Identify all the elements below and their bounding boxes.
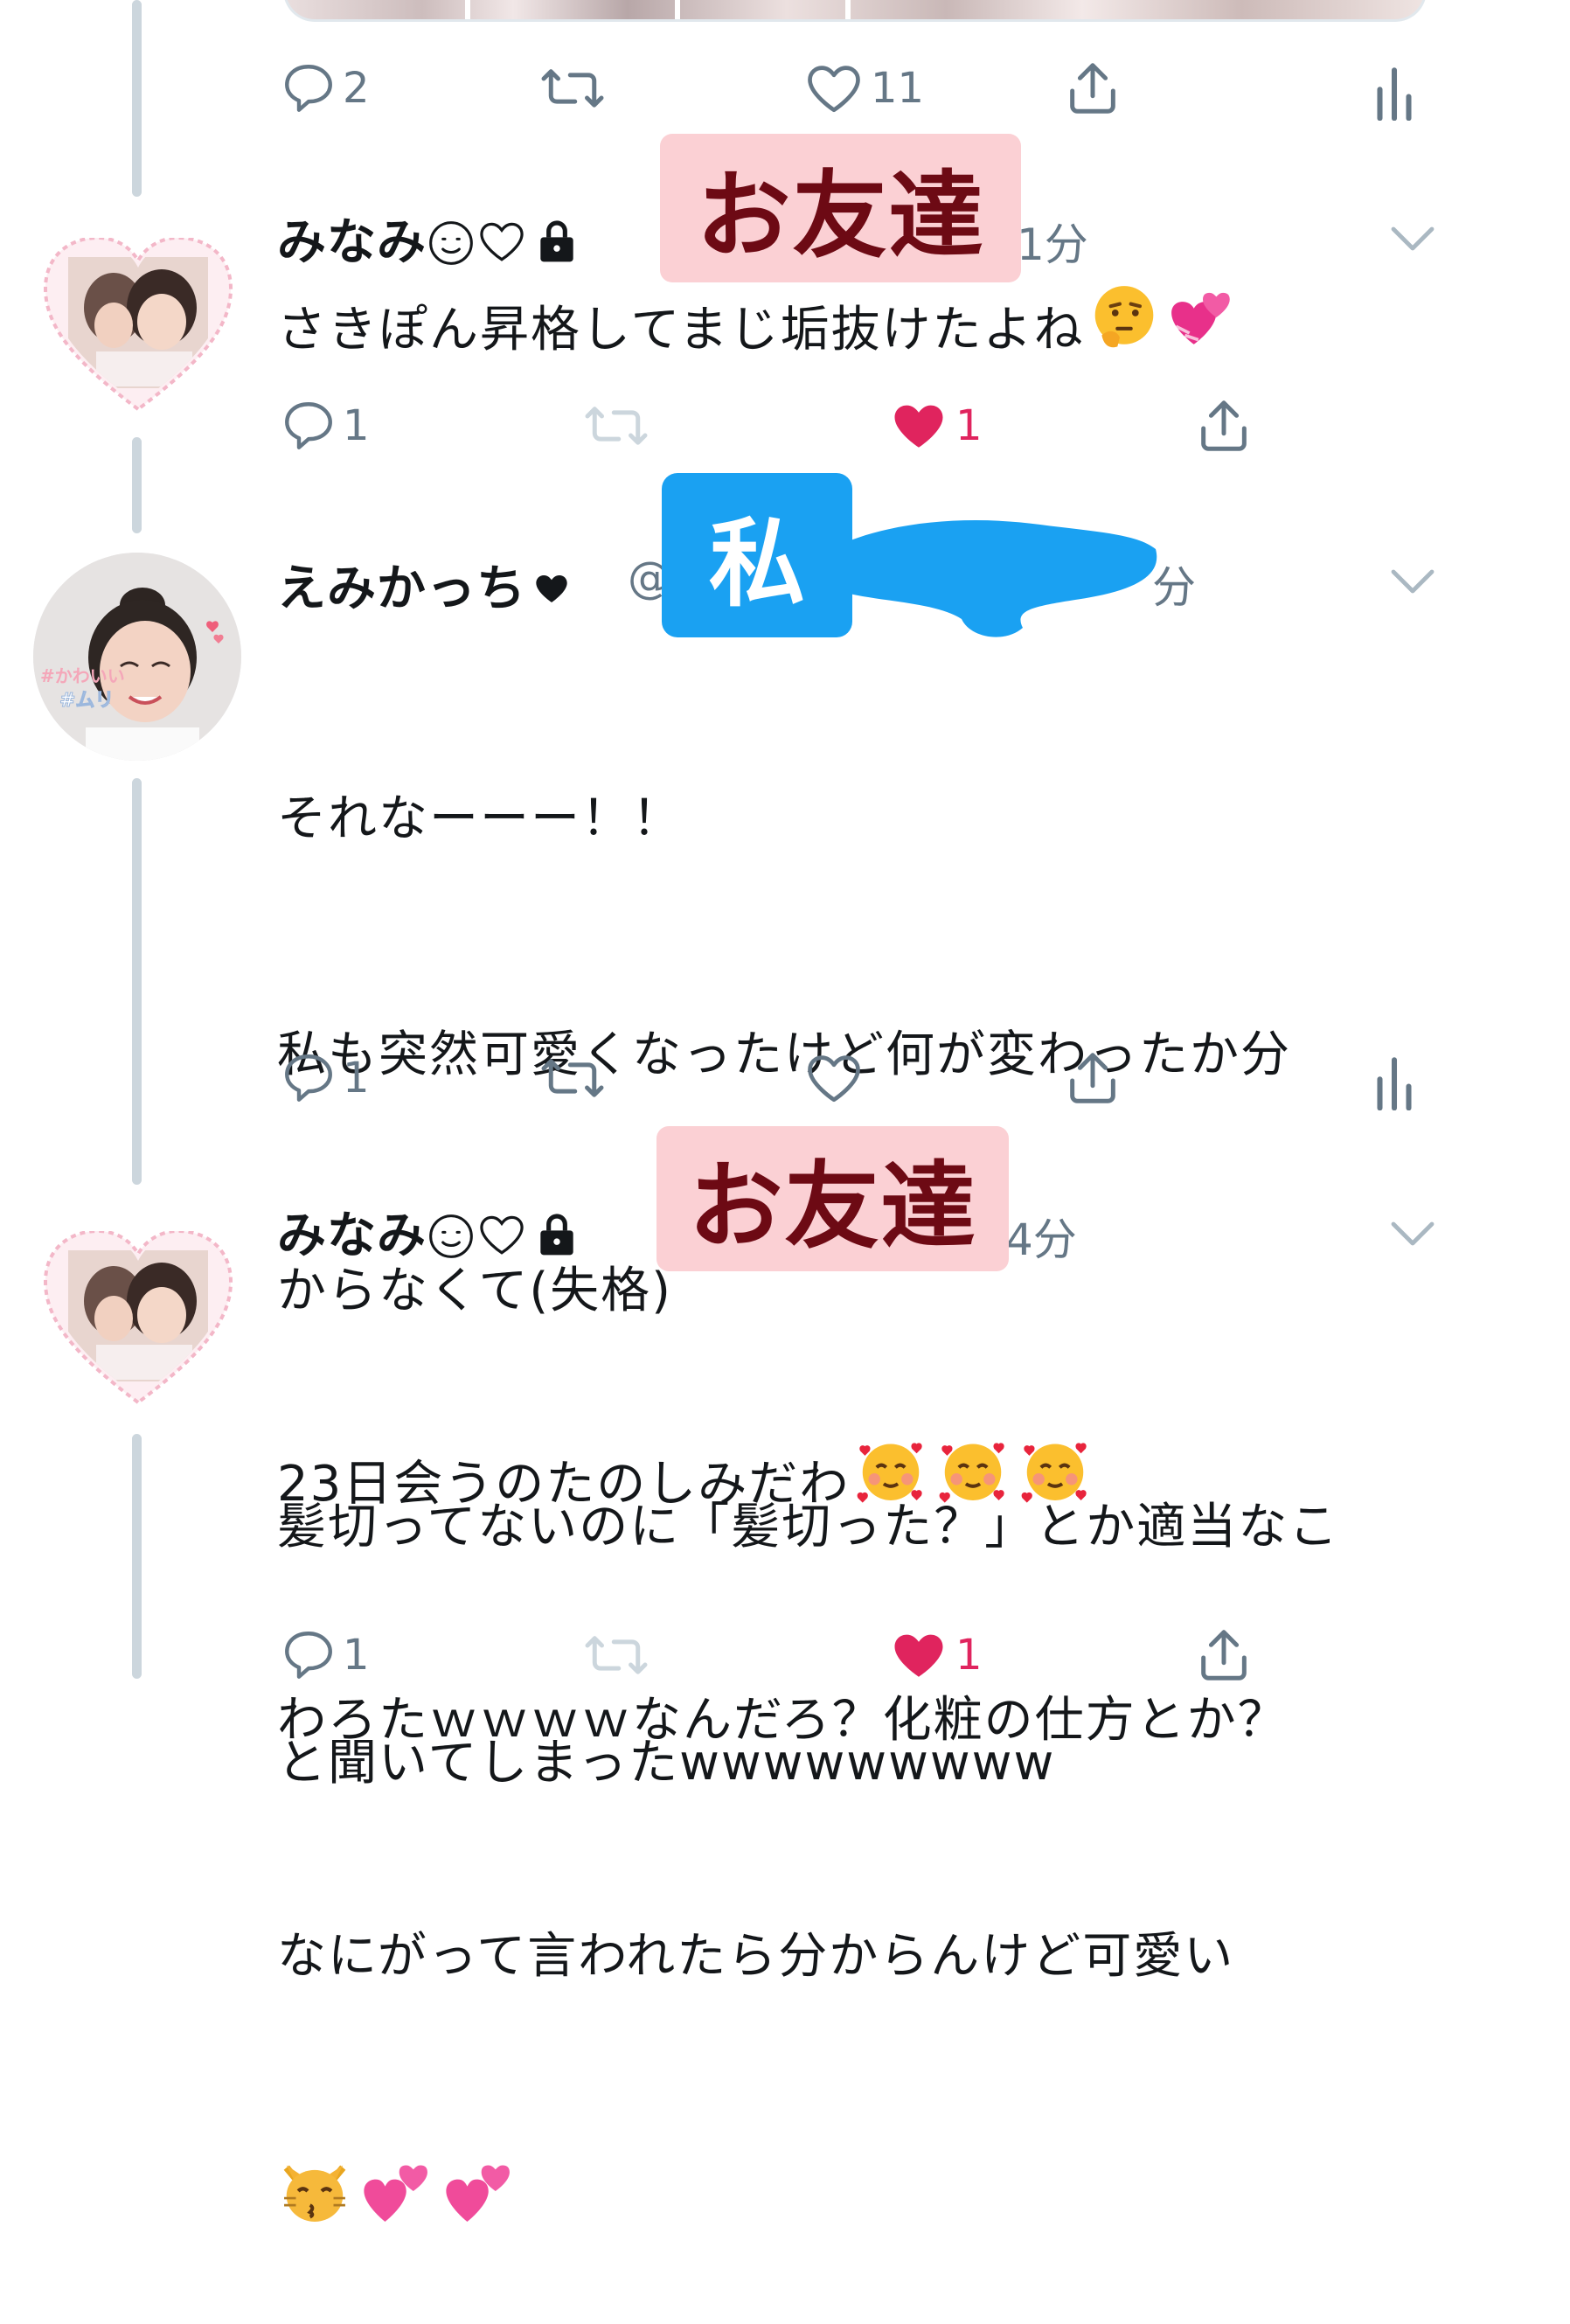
reply-icon: [285, 1632, 332, 1679]
retweet-button[interactable]: [535, 1049, 610, 1107]
tweet-text-line: なにがって言われたら分からんけど可愛い: [277, 1928, 1235, 1985]
analytics-icon: [1377, 67, 1412, 121]
like-count: 11: [871, 64, 925, 113]
like-button[interactable]: 1: [887, 397, 983, 455]
heart-outline-icon: [808, 66, 860, 113]
reply-count: 1: [343, 1631, 370, 1680]
black-heart-icon: [536, 574, 567, 602]
two-hearts-emoji-icon: [364, 2165, 427, 2222]
share-button[interactable]: [1059, 58, 1126, 119]
avatar[interactable]: [44, 238, 233, 413]
heart-outline-icon: [480, 222, 524, 261]
tweet-timestamp[interactable]: 4分: [1005, 1205, 1077, 1268]
friend-annotation-label: お友達: [656, 1126, 1009, 1271]
like-count: 1: [955, 1631, 983, 1680]
lock-icon: [540, 220, 573, 262]
me-annotation-label: 私: [662, 473, 852, 637]
chevron-down-icon: [1391, 1221, 1435, 1246]
thread-line: [132, 0, 142, 197]
avatar-tag: #かわいい: [40, 665, 125, 686]
two-hearts-emoji-icon: [446, 2165, 510, 2222]
reply-icon: [285, 65, 332, 112]
reply-icon: [285, 402, 332, 449]
chevron-down-icon: [1391, 569, 1435, 594]
share-icon: [1070, 1053, 1115, 1103]
display-name[interactable]: えみかっち: [277, 549, 572, 620]
tweet-text: さきぽん昇格してまじ垢抜けたよね: [277, 282, 1448, 370]
share-button[interactable]: [1191, 395, 1257, 456]
smiley-face-icon: [429, 1214, 473, 1258]
analytics-button[interactable]: [1372, 1053, 1416, 1110]
retweet-button[interactable]: [535, 59, 610, 117]
tweet-text-line: [277, 2154, 1448, 2245]
reply-icon: [285, 1054, 332, 1102]
thread-line: [132, 437, 142, 533]
thread-line: [132, 778, 142, 1185]
tweet-text-line: それなーーー！！: [277, 790, 683, 847]
share-icon: [1201, 400, 1247, 451]
tweet-menu-button[interactable]: [1388, 1215, 1437, 1254]
analytics-icon: [1377, 1057, 1412, 1110]
friend-annotation-label: お友達: [660, 134, 1021, 282]
reply-count: 1: [343, 1054, 370, 1103]
reply-count: 2: [343, 64, 370, 113]
display-name[interactable]: みなみ: [277, 203, 586, 274]
avatar-tag: #ムリ: [59, 690, 114, 712]
tweet-media-strip[interactable]: [283, 0, 1427, 22]
smiling-face-with-hearts-emoji-icon: [857, 1443, 922, 1503]
reply-count: 1: [343, 401, 370, 450]
tweet-timestamp[interactable]: 1分: [1017, 210, 1088, 273]
smiling-face-with-hearts-emoji-icon: [1021, 1443, 1087, 1503]
tweet-text-line: わろたｗｗｗｗなんだろ？化粧の仕方とか？: [277, 1692, 1289, 1749]
tweet-menu-button[interactable]: [1388, 220, 1437, 259]
like-button[interactable]: [802, 1049, 871, 1107]
tweet-menu-button[interactable]: [1388, 563, 1437, 602]
kissing-cat-emoji-icon: [283, 2165, 346, 2222]
like-count: 1: [955, 401, 983, 450]
retweet-button-disabled: [579, 397, 654, 455]
redaction-scribble: [823, 520, 1157, 637]
reply-button[interactable]: 1: [280, 1626, 370, 1684]
heart-filled-icon: [894, 1634, 943, 1677]
retweet-icon: [541, 69, 604, 108]
heart-outline-icon: [808, 1055, 860, 1103]
smiling-face-with-hearts-emoji-icon: [939, 1443, 1004, 1503]
retweet-icon: [541, 1059, 604, 1097]
reply-button[interactable]: 2: [280, 59, 370, 117]
reply-button[interactable]: 1: [280, 397, 370, 455]
analytics-button[interactable]: [1372, 63, 1416, 121]
retweet-button-disabled: [579, 1626, 654, 1684]
thinking-face-emoji-icon: [1094, 286, 1153, 348]
tweet-text: 23日会うのたのしみだわ わろたｗｗｗｗなんだろ？化粧の仕方とか？ なにがって言…: [277, 1275, 1448, 2324]
tweet-text-line: 23日会うのたのしみだわ: [277, 1432, 1448, 1524]
thread-line: [132, 1434, 142, 1679]
two-hearts-emoji-icon: [1171, 292, 1230, 344]
lock-icon: [540, 1214, 573, 1256]
like-button[interactable]: 1: [887, 1626, 983, 1684]
share-icon: [1201, 1630, 1247, 1680]
share-button[interactable]: [1059, 1047, 1126, 1109]
share-button[interactable]: [1191, 1625, 1257, 1686]
avatar[interactable]: [44, 1231, 233, 1406]
display-name[interactable]: みなみ: [277, 1196, 586, 1267]
avatar[interactable]: #かわいい #ムリ: [33, 553, 241, 761]
chevron-down-icon: [1391, 226, 1435, 251]
retweet-icon: [585, 407, 648, 445]
share-icon: [1070, 63, 1115, 114]
reply-button[interactable]: 1: [280, 1049, 370, 1107]
retweet-icon: [585, 1636, 648, 1674]
heart-outline-icon: [480, 1215, 524, 1255]
heart-filled-icon: [894, 405, 943, 448]
like-button[interactable]: 11: [802, 59, 924, 117]
smiley-face-icon: [429, 221, 473, 265]
